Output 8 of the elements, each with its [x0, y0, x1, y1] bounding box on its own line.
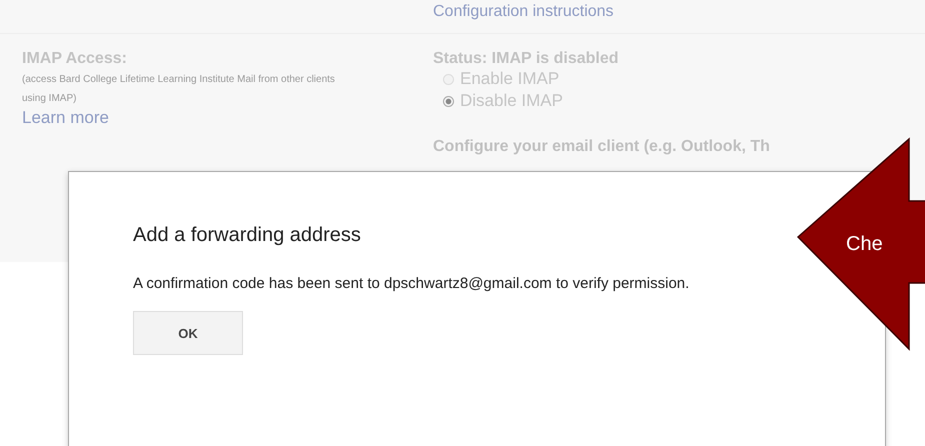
learn-more-link[interactable]: Learn more	[22, 108, 109, 128]
callout-text: Che	[846, 233, 883, 256]
imap-description: (access Bard College Lifetime Learning Institute Mail from other clients using IMAP)	[22, 73, 336, 106]
dialog-title: Add a forwarding address	[133, 224, 361, 247]
dialog-message: A confirmation code has been sent to dpschwartz8@gmail.com to verify permission.	[133, 274, 690, 294]
configuration-link[interactable]: Configuration instructions	[433, 3, 614, 21]
radio-button[interactable]	[443, 96, 454, 106]
ok-button[interactable]: OK	[133, 311, 243, 355]
